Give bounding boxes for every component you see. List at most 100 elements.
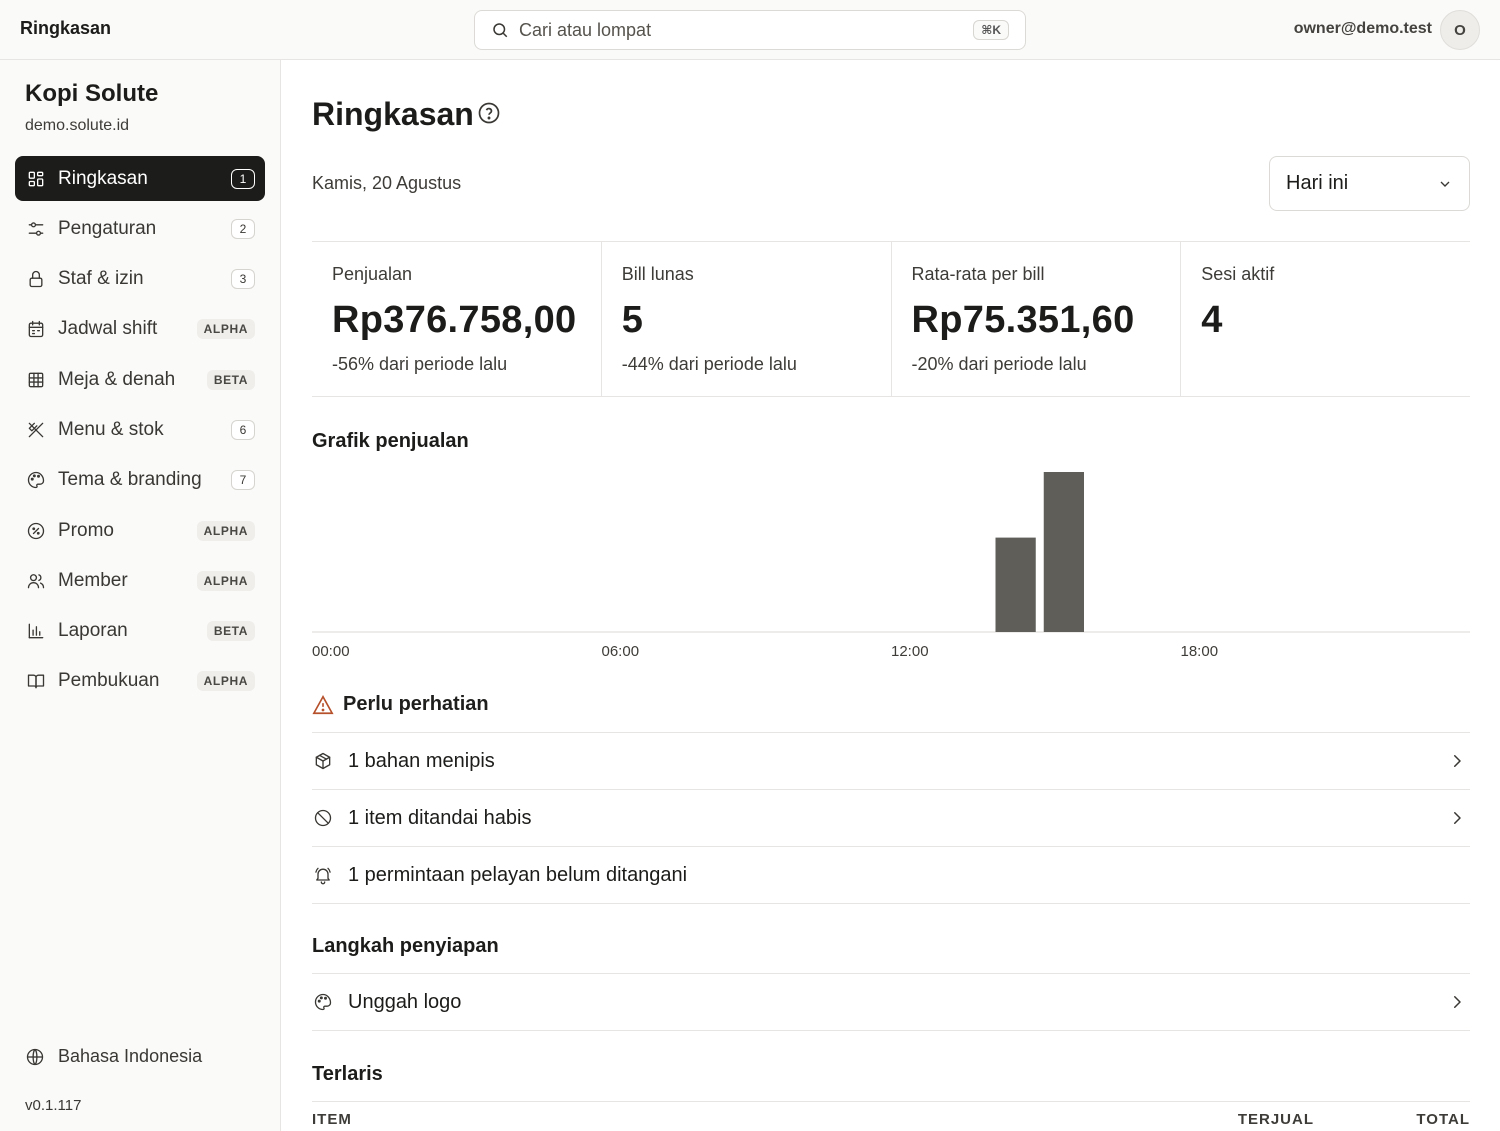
period-selected: Hari ini xyxy=(1286,172,1349,194)
stat-label: Penjualan xyxy=(332,264,413,284)
list-item[interactable]: 1 bahan menipis xyxy=(312,733,1470,790)
sidebar-item-tema-branding[interactable]: Tema & branding 7 xyxy=(15,458,265,503)
stat-card: Rata-rata per bill Rp75.351,60 -20% dari p… xyxy=(892,242,1182,396)
bell-ring-icon xyxy=(312,864,334,886)
sidebar-item-label: Staf & izin xyxy=(58,268,144,290)
app-version: v0.1.117 xyxy=(25,1097,82,1114)
setup-list: Unggah logo xyxy=(312,973,1470,1031)
top-sellers-title: Terlaris xyxy=(312,1063,383,1085)
x-tick-label: 00:00 xyxy=(312,643,350,660)
chart-bar[interactable] xyxy=(1043,472,1084,632)
stat-delta: -20% dari periode lalu xyxy=(911,354,1087,374)
shortcut-number-badge: 1 xyxy=(231,168,255,189)
sidebar-item-label: Promo xyxy=(58,519,114,541)
stage-badge: BETA xyxy=(206,369,255,390)
help-icon[interactable] xyxy=(477,101,501,125)
list-item[interactable]: Unggah logo xyxy=(312,974,1470,1031)
org-domain: demo.solute.id xyxy=(25,117,130,134)
stage-badge: ALPHA xyxy=(196,319,255,340)
stat-card: Sesi aktif 4 xyxy=(1181,242,1470,396)
sidebar-item-label: Pengaturan xyxy=(58,217,157,239)
chevron-right-icon[interactable] xyxy=(1448,752,1466,770)
shortcut-number-badge: 2 xyxy=(231,218,255,239)
sidebar-item-label: Menu & stok xyxy=(58,418,164,440)
page-title: Ringkasan xyxy=(312,96,474,132)
palette-icon xyxy=(312,991,334,1013)
globe-icon xyxy=(26,1048,44,1065)
sidebar-item-menu-stok[interactable]: Menu & stok 6 xyxy=(15,407,265,452)
setup-title: Langkah penyiapan xyxy=(312,935,499,957)
attention-heading: Perlu perhatian xyxy=(312,693,489,716)
search-placeholder: Cari atau lompat xyxy=(519,19,652,40)
org-name: Kopi Solute xyxy=(25,80,159,107)
stat-delta: -44% dari periode lalu xyxy=(621,354,797,374)
sidebar: Kopi Solute demo.solute.id Ringkasan 1 Pen… xyxy=(0,60,281,1131)
period-select[interactable]: Hari ini xyxy=(1269,156,1470,211)
x-tick-label: 18:00 xyxy=(1181,643,1219,660)
chevron-right-icon[interactable] xyxy=(1448,993,1466,1011)
list-item-label: 1 bahan menipis xyxy=(348,749,495,772)
settings-icon xyxy=(25,218,47,240)
column-header-item[interactable]: ITEM xyxy=(312,1111,1158,1128)
sidebar-item-member[interactable]: Member ALPHA xyxy=(15,558,265,603)
sidebar-item-promo[interactable]: Promo ALPHA xyxy=(15,508,265,553)
stage-badge: BETA xyxy=(206,621,255,642)
top-bar: Ringkasan Cari atau lompat ⌘K owner@demo… xyxy=(0,0,1500,60)
stat-label: Bill lunas xyxy=(621,264,694,284)
list-item-label: 1 item ditandai habis xyxy=(348,806,532,829)
sidebar-item-pengaturan[interactable]: Pengaturan 2 xyxy=(15,206,265,251)
chart-bar[interactable] xyxy=(995,537,1036,632)
sidebar-item-staf-izin[interactable]: Staf & izin 3 xyxy=(15,257,265,302)
attention-title: Perlu perhatian xyxy=(343,693,489,715)
sidebar-item-meja-denah[interactable]: Meja & denah BETA xyxy=(15,357,265,402)
list-item-label: Unggah logo xyxy=(348,990,462,1013)
shortcut-number-badge: 3 xyxy=(231,269,255,290)
search-input[interactable]: Cari atau lompat ⌘K xyxy=(474,10,1026,50)
user-email[interactable]: owner@demo.test xyxy=(1294,20,1432,38)
dashboard-icon xyxy=(25,168,47,190)
shortcut-number-badge: 7 xyxy=(231,470,255,491)
language-switcher[interactable]: Bahasa Indonesia xyxy=(25,1046,202,1067)
chart-title: Grafik penjualan xyxy=(312,430,469,452)
stage-badge: ALPHA xyxy=(196,671,255,692)
sidebar-item-label: Member xyxy=(58,569,128,591)
column-header-sold[interactable]: TERJUAL xyxy=(1158,1111,1314,1128)
discount-icon xyxy=(25,520,47,542)
sales-chart: 00:00 06:00 12:00 18:00 xyxy=(312,472,1470,660)
stat-label: Sesi aktif xyxy=(1201,264,1275,284)
main-content: Ringkasan Kamis, 20 Agustus Hari ini Pen… xyxy=(281,60,1500,1131)
list-item: 1 permintaan pelayan belum ditangani xyxy=(312,847,1470,904)
stat-card: Bill lunas 5 -44% dari periode lalu xyxy=(602,242,892,396)
language-label: Bahasa Indonesia xyxy=(58,1046,203,1066)
current-date: Kamis, 20 Agustus xyxy=(312,173,462,193)
chevron-right-icon[interactable] xyxy=(1448,809,1466,827)
users-icon xyxy=(25,570,47,592)
bar-chart-icon xyxy=(25,620,47,642)
stage-badge: ALPHA xyxy=(196,570,255,591)
calendar-icon xyxy=(25,318,47,340)
stat-label: Rata-rata per bill xyxy=(911,264,1045,284)
column-header-total[interactable]: TOTAL xyxy=(1314,1111,1470,1128)
sidebar-item-laporan[interactable]: Laporan BETA xyxy=(15,609,265,654)
grid-icon xyxy=(25,369,47,391)
sidebar-item-label: Pembukuan xyxy=(58,670,160,692)
stat-delta: -56% dari periode lalu xyxy=(332,354,508,374)
x-tick-label: 12:00 xyxy=(891,643,929,660)
top-sellers-header: ITEM TERJUAL TOTAL xyxy=(312,1101,1470,1128)
sidebar-item-ringkasan[interactable]: Ringkasan 1 xyxy=(15,156,265,201)
chevron-down-icon xyxy=(1440,181,1450,187)
sidebar-item-label: Laporan xyxy=(58,620,128,642)
attention-list: 1 bahan menipis 1 item ditandai habis 1 pe… xyxy=(312,732,1470,904)
warning-icon xyxy=(312,694,334,714)
book-icon xyxy=(25,670,47,692)
x-tick-label: 06:00 xyxy=(602,643,640,660)
sidebar-item-jadwal-shift[interactable]: Jadwal shift ALPHA xyxy=(15,307,265,352)
shortcut-number-badge: 6 xyxy=(231,419,255,440)
avatar[interactable]: O xyxy=(1440,10,1480,50)
ban-icon xyxy=(312,807,334,829)
sidebar-item-pembukuan[interactable]: Pembukuan ALPHA xyxy=(15,659,265,704)
stage-badge: ALPHA xyxy=(196,520,255,541)
list-item[interactable]: 1 item ditandai habis xyxy=(312,790,1470,847)
stat-value: Rp376.758,00 xyxy=(332,299,577,341)
shortcut-badge: ⌘K xyxy=(973,20,1009,40)
